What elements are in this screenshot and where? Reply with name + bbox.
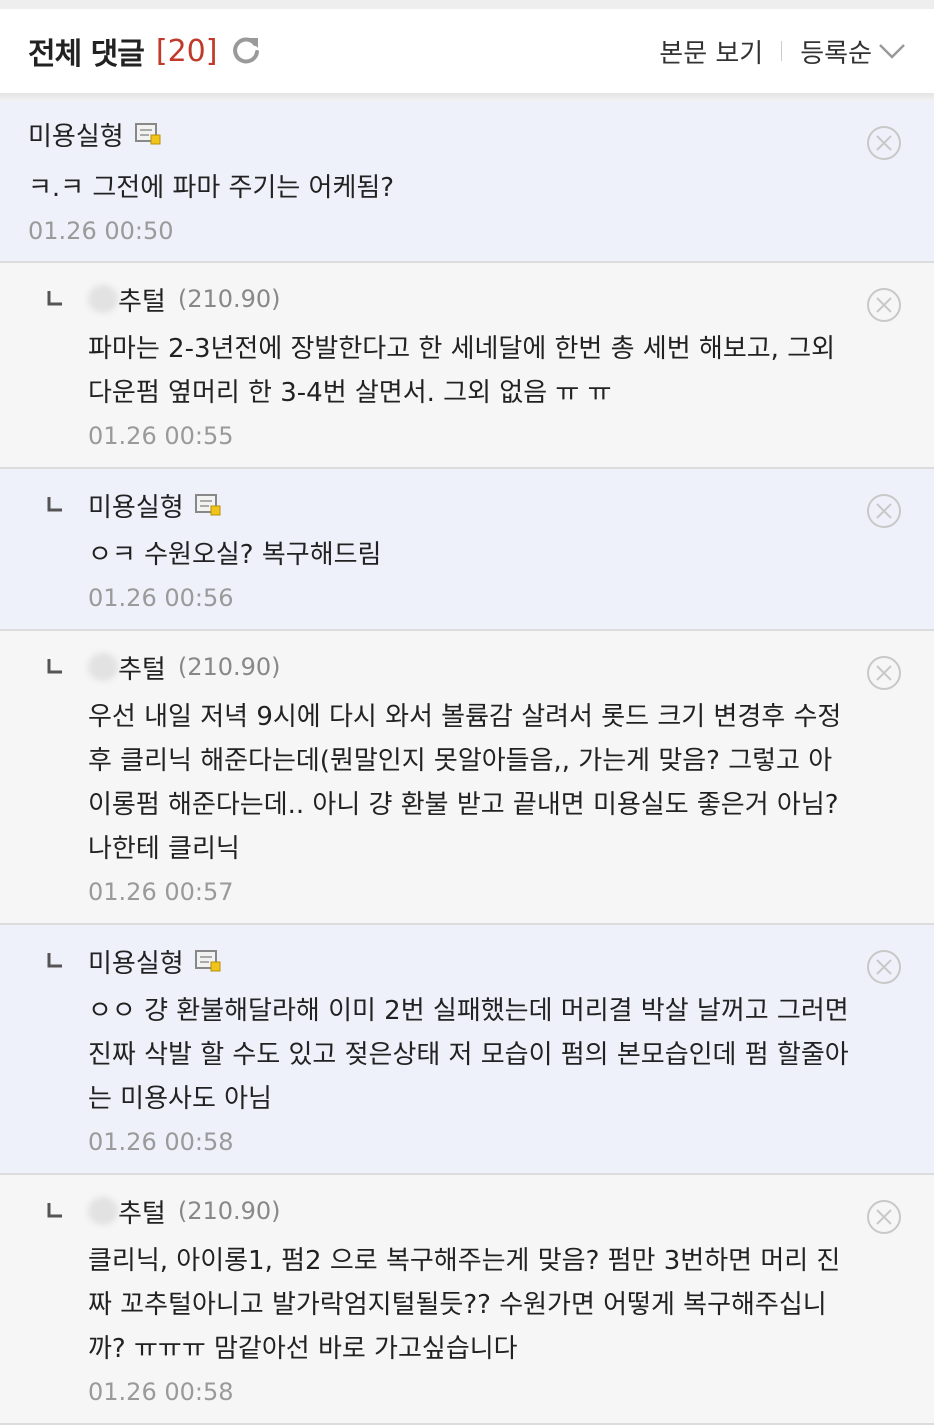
- blurred-avatar: [88, 285, 118, 313]
- comment-date: 01.26 00:55: [88, 422, 234, 450]
- top-strip: [0, 0, 934, 9]
- chevron-down-icon[interactable]: [878, 41, 906, 61]
- divider: [781, 41, 783, 61]
- comment-header: 전체 댓글 [20] 본문 보기 등록순: [0, 9, 934, 93]
- comment-body: ㅋ.ㅋ 그전에 파마 주기는 어케됨?: [28, 166, 394, 210]
- reply-arrow-icon: [47, 291, 62, 306]
- fixed-nick-icon: [194, 950, 221, 972]
- sort-select[interactable]: 등록순: [800, 33, 872, 70]
- comment-item: 미용실형 ㅇㅇ 걍 환불해달라해 이미 2번 실패했는데 머리결 박살 날꺼고 …: [0, 925, 934, 1175]
- comment-line: 까? ㅠㅠㅠ 맘같아선 바로 가고싶습니다: [88, 1334, 518, 1364]
- comment-author-row: 미용실형: [28, 116, 162, 152]
- reply-arrow-icon: [47, 953, 62, 968]
- comment-author[interactable]: 추털: [118, 281, 166, 318]
- comment-item: 미용실형 ㅇㅋ 수원오실? 복구해드림 01.26 00:56: [0, 469, 934, 631]
- comment-line: 우선 내일 저녁 9시에 다시 와서 볼륨감 살려서 롯드 크기 변경후 수정: [88, 702, 842, 732]
- comment-ip: (210.90): [177, 653, 281, 681]
- close-icon[interactable]: [866, 1199, 902, 1235]
- reply-arrow-icon: [47, 659, 62, 674]
- header-divider: [0, 93, 934, 101]
- fixed-nick-icon: [134, 123, 161, 145]
- view-body-link[interactable]: 본문 보기: [659, 33, 763, 70]
- comment-line: ㅇㅇ 걍 환불해달라해 이미 2번 실패했는데 머리결 박살 날꺼고 그러면: [88, 996, 849, 1026]
- comment-author-row: 추털 (210.90): [88, 281, 281, 317]
- header-right: 본문 보기 등록순: [659, 33, 906, 70]
- comment-body: 파마는 2-3년전에 장발한다고 한 세네달에 한번 총 세번 해보고, 그외 …: [88, 327, 835, 415]
- comment-date: 01.26 00:58: [88, 1128, 234, 1156]
- refresh-icon[interactable]: [229, 34, 263, 68]
- close-icon[interactable]: [866, 287, 902, 323]
- comment-author-row: 미용실형: [88, 943, 222, 979]
- comment-author[interactable]: 미용실형: [28, 116, 124, 153]
- close-icon[interactable]: [866, 493, 902, 529]
- comment-body: 우선 내일 저녁 9시에 다시 와서 볼륨감 살려서 롯드 크기 변경후 수정 …: [88, 695, 841, 871]
- comment-item: 추털 (210.90) 파마는 2-3년전에 장발한다고 한 세네달에 한번 총…: [0, 263, 934, 469]
- reply-arrow-icon: [47, 1203, 62, 1218]
- comment-line: 는 미용사도 아님: [88, 1084, 272, 1114]
- header-left: 전체 댓글 [20]: [28, 29, 263, 73]
- comment-item: 미용실형 ㅋ.ㅋ 그전에 파마 주기는 어케됨? 01.26 00:50: [0, 101, 934, 263]
- comment-line: 다운펌 옆머리 한 3-4번 살면서. 그외 없음 ㅠ ㅠ: [88, 378, 612, 408]
- blurred-avatar: [88, 653, 118, 681]
- comment-item: 추털 (210.90) 클리닉, 아이롱1, 펌2 으로 복구해주는게 맞음? …: [0, 1175, 934, 1425]
- comment-author[interactable]: 추털: [118, 649, 166, 686]
- comment-date: 01.26 00:56: [88, 584, 234, 612]
- comment-line: ㅋ.ㅋ 그전에 파마 주기는 어케됨?: [28, 173, 395, 203]
- comment-line: 짜 꼬추털아니고 발가락엄지털될듯?? 수원가면 어떻게 복구해주십니: [88, 1290, 827, 1320]
- fixed-nick-icon: [194, 494, 221, 516]
- comment-count: [20]: [155, 33, 218, 69]
- comment-date: 01.26 00:58: [88, 1378, 234, 1406]
- comment-author[interactable]: 추털: [118, 1193, 166, 1230]
- comment-line: 진짜 삭발 할 수도 있고 젖은상태 저 모습이 펌의 본모습인데 펌 할줄아: [88, 1040, 849, 1070]
- comment-line: 클리닉, 아이롱1, 펌2 으로 복구해주는게 맞음? 펌만 3번하면 머리 진: [88, 1246, 841, 1276]
- reply-arrow-icon: [47, 497, 62, 512]
- comment-date: 01.26 00:50: [28, 217, 174, 245]
- close-icon[interactable]: [866, 125, 902, 161]
- comment-line: 후 클리닉 해준다는데(뭔말인지 못알아들음,, 가는게 맞음? 그렇고 아: [88, 746, 833, 776]
- blurred-avatar: [88, 1197, 118, 1225]
- comment-author[interactable]: 미용실형: [88, 943, 184, 980]
- comment-item: 추털 (210.90) 우선 내일 저녁 9시에 다시 와서 볼륨감 살려서 롯…: [0, 631, 934, 925]
- comment-line: 나한테 클리닉: [88, 834, 240, 864]
- comment-body: ㅇㅇ 걍 환불해달라해 이미 2번 실패했는데 머리결 박살 날꺼고 그러면 진…: [88, 989, 849, 1121]
- comment-author[interactable]: 미용실형: [88, 487, 184, 524]
- comment-body: 클리닉, 아이롱1, 펌2 으로 복구해주는게 맞음? 펌만 3번하면 머리 진…: [88, 1239, 840, 1371]
- comment-line: 이롱펌 해준다는데.. 아니 걍 환불 받고 끝내면 미용실도 좋은거 아님?: [88, 790, 839, 820]
- comment-author-row: 미용실형: [88, 487, 222, 523]
- comment-ip: (210.90): [177, 285, 281, 313]
- comment-author-row: 추털 (210.90): [88, 1193, 281, 1229]
- comment-line: 파마는 2-3년전에 장발한다고 한 세네달에 한번 총 세번 해보고, 그외: [88, 334, 836, 364]
- comment-author-row: 추털 (210.90): [88, 649, 281, 685]
- comment-body: ㅇㅋ 수원오실? 복구해드림: [88, 533, 381, 577]
- header-title: 전체 댓글: [28, 37, 145, 72]
- comment-date: 01.26 00:57: [88, 878, 234, 906]
- comment-line: ㅇㅋ 수원오실? 복구해드림: [88, 540, 382, 570]
- close-icon[interactable]: [866, 949, 902, 985]
- close-icon[interactable]: [866, 655, 902, 691]
- comment-ip: (210.90): [177, 1197, 281, 1225]
